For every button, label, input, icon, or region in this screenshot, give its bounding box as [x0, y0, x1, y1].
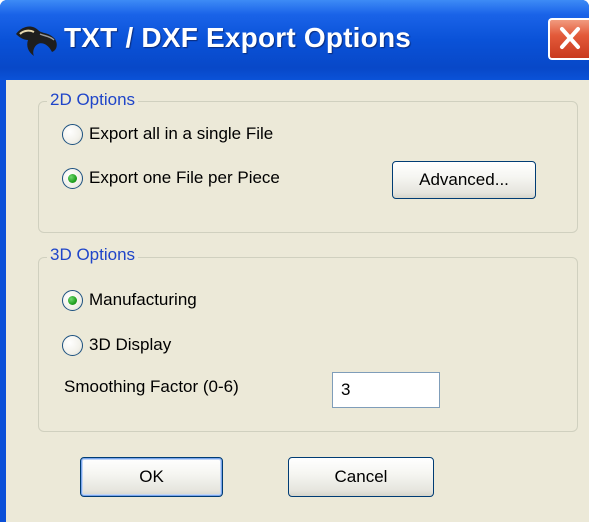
- radio-label: Export all in a single File: [89, 124, 274, 143]
- app-logo-icon: [16, 26, 57, 56]
- radio-export-single-file[interactable]: Export all in a single File: [62, 122, 273, 146]
- radio-3d-display[interactable]: 3D Display: [62, 333, 171, 357]
- group-3d-legend: 3D Options: [47, 245, 139, 265]
- radio-button-selected[interactable]: [62, 289, 83, 311]
- radio-button-selected[interactable]: [62, 167, 83, 189]
- radio-export-per-piece[interactable]: Export one File per Piece: [62, 166, 280, 190]
- ok-button[interactable]: OK: [80, 457, 223, 497]
- radio-label: Export one File per Piece: [89, 168, 280, 187]
- smoothing-factor-label: Smoothing Factor (0-6): [64, 377, 239, 396]
- radio-manufacturing[interactable]: Manufacturing: [62, 288, 197, 312]
- radio-button[interactable]: [62, 123, 83, 145]
- radio-label: Manufacturing: [89, 290, 197, 309]
- window-title: TXT / DXF Export Options: [64, 22, 412, 53]
- radio-button[interactable]: [62, 334, 83, 356]
- dialog-window: TXT / DXF Export Options 2D Options Expo…: [0, 0, 589, 522]
- group-2d-legend: 2D Options: [47, 90, 139, 110]
- close-icon: [560, 27, 580, 49]
- advanced-button[interactable]: Advanced...: [392, 161, 536, 199]
- close-button[interactable]: [548, 18, 589, 60]
- title-bar[interactable]: TXT / DXF Export Options: [0, 0, 589, 80]
- dialog-body: 2D Options Export all in a single File E…: [6, 80, 589, 522]
- radio-label: 3D Display: [89, 335, 172, 354]
- cancel-button[interactable]: Cancel: [288, 457, 434, 497]
- smoothing-factor-input[interactable]: [332, 372, 440, 408]
